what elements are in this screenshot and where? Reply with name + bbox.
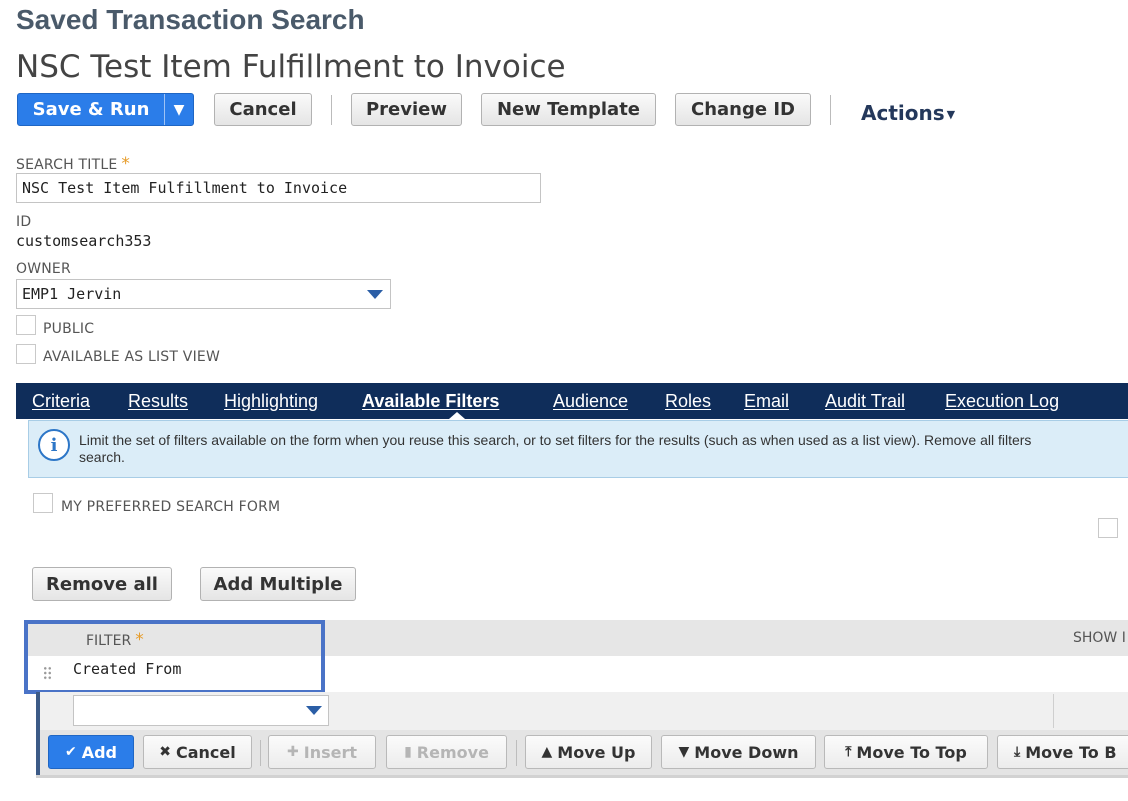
page-title: NSC Test Item Fulfillment to Invoice (16, 49, 566, 85)
tab-available-filters[interactable]: Available Filters (362, 391, 499, 412)
plus-icon: ✚ (287, 744, 299, 760)
tab-results[interactable]: Results (128, 391, 188, 412)
bar-shadow (36, 775, 1128, 778)
toolbar-divider (830, 95, 831, 125)
move-to-bottom-button[interactable]: ⤓ Move To B (997, 735, 1128, 769)
search-title-label: SEARCH TITLE * (16, 154, 131, 174)
toolbar-divider (331, 95, 332, 125)
new-template-button[interactable]: New Template (481, 93, 656, 126)
id-value: customsearch353 (16, 232, 152, 250)
remove-button[interactable]: ▮ Remove (386, 735, 507, 769)
save-run-label[interactable]: Save & Run (18, 94, 165, 125)
check-icon: ✔ (64, 744, 77, 760)
arrow-up-icon: ▲ (541, 744, 553, 760)
button-divider (516, 740, 517, 766)
tab-execution-log[interactable]: Execution Log (945, 391, 1059, 412)
right-checkbox[interactable] (1098, 518, 1118, 538)
button-divider (260, 740, 261, 766)
tab-roles[interactable]: Roles (665, 391, 711, 412)
trash-icon: ▮ (404, 744, 412, 760)
caret-down-icon[interactable]: ▼ (947, 108, 955, 121)
active-tab-pointer (449, 412, 465, 419)
actions-label[interactable]: Actions (861, 101, 945, 125)
owner-select-value: EMP1 Jervin (22, 285, 122, 303)
add-button[interactable]: ✔ Add (48, 735, 134, 769)
move-to-top-icon: ⤒ (845, 744, 852, 760)
owner-select[interactable]: EMP1 Jervin (16, 279, 391, 309)
list-view-label: AVAILABLE AS LIST VIEW (43, 349, 220, 365)
subtab-bar: Criteria Results Highlighting Available … (16, 383, 1128, 419)
required-icon: * (121, 154, 131, 174)
tab-highlighting[interactable]: Highlighting (224, 391, 318, 412)
tab-audit-trail[interactable]: Audit Trail (825, 391, 905, 412)
change-id-button[interactable]: Change ID (675, 93, 811, 126)
page-header: Saved Transaction Search (16, 4, 365, 35)
public-checkbox[interactable] (16, 315, 36, 335)
move-to-top-button[interactable]: ⤒ Move To Top (824, 735, 988, 769)
info-icon: i (38, 429, 70, 461)
preferred-search-form-checkbox[interactable] (33, 493, 53, 513)
preview-button[interactable]: Preview (351, 93, 462, 126)
tab-email[interactable]: Email (744, 391, 789, 412)
highlight-box (24, 620, 325, 694)
close-icon: ✖ (159, 744, 171, 760)
add-multiple-button[interactable]: Add Multiple (200, 567, 356, 601)
preferred-search-form-label: MY PREFERRED SEARCH FORM (61, 499, 281, 515)
owner-label: OWNER (16, 261, 71, 277)
chevron-down-icon[interactable] (367, 290, 383, 299)
cancel-line-button[interactable]: ✖ Cancel (143, 735, 252, 769)
move-down-button[interactable]: ▼ Move Down (661, 735, 816, 769)
remove-all-button[interactable]: Remove all (32, 567, 172, 601)
info-message: i Limit the set of filters available on … (28, 420, 1128, 478)
public-label: PUBLIC (43, 321, 95, 337)
chevron-down-icon[interactable] (306, 706, 322, 715)
tab-criteria[interactable]: Criteria (32, 391, 90, 412)
list-view-checkbox[interactable] (16, 344, 36, 364)
save-run-button[interactable]: Save & Run ▼ (17, 93, 194, 126)
save-run-dropdown-icon[interactable]: ▼ (165, 94, 193, 125)
move-up-button[interactable]: ▲ Move Up (525, 735, 652, 769)
arrow-down-icon: ▼ (678, 744, 690, 760)
cancel-button[interactable]: Cancel (214, 93, 312, 126)
actions-menu[interactable]: Actions ▼ (861, 101, 955, 125)
tab-audience[interactable]: Audience (553, 391, 628, 412)
filter-select[interactable] (73, 695, 329, 726)
info-text: Limit the set of filters available on th… (79, 432, 1032, 465)
move-to-bottom-icon: ⤓ (1014, 744, 1021, 760)
column-divider (1053, 694, 1054, 728)
search-title-input[interactable]: NSC Test Item Fulfillment to Invoice (16, 173, 541, 203)
id-label: ID (16, 214, 32, 230)
show-column-header: SHOW I (1073, 630, 1126, 646)
insert-button[interactable]: ✚ Insert (268, 735, 376, 769)
